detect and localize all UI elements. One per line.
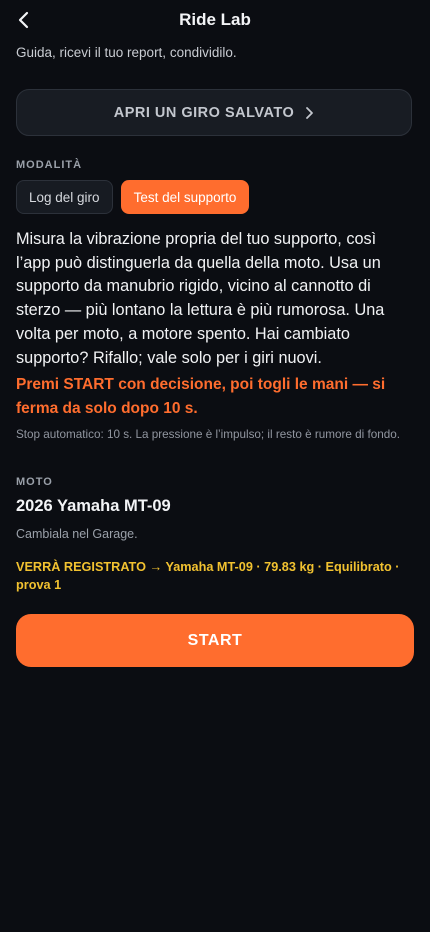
mode-option-mount-test[interactable]: Test del supporto (120, 180, 250, 214)
header: Ride Lab (0, 0, 430, 40)
open-saved-ride-label: APRI UN GIRO SALVATO (113, 104, 295, 121)
chevron-right-icon (306, 106, 314, 119)
moto-section-label: MOTO (16, 476, 53, 488)
moto-name: 2026 Yamaha MT-09 (16, 497, 171, 515)
start-button[interactable]: START (16, 614, 414, 667)
autostop-note: Stop automatico: 10 s. La pressione è l’… (16, 428, 400, 441)
start-instruction: Premi START con decisione, poi togli le … (16, 376, 386, 417)
page-title: Ride Lab (179, 10, 251, 29)
garage-hint: Cambiala nel Garage. (16, 527, 138, 541)
mode-section-label: MODALITÀ (16, 159, 83, 171)
open-saved-ride-button[interactable]: APRI UN GIRO SALVATO (16, 89, 412, 136)
mount-test-description: Misura la vibrazione propria del tuo sup… (16, 230, 385, 367)
mode-selector: Log del giro Test del supporto (16, 180, 250, 214)
ride-lab-screen: Ride Lab Guida, ricevi il tuo report, co… (0, 0, 430, 932)
record-info: VERRÀ REGISTRATO → Yamaha MT-09 · 79.83 … (16, 560, 400, 592)
page-subtitle: Guida, ricevi il tuo report, condividilo… (16, 45, 237, 60)
mode-option-ride-log[interactable]: Log del giro (16, 180, 113, 214)
